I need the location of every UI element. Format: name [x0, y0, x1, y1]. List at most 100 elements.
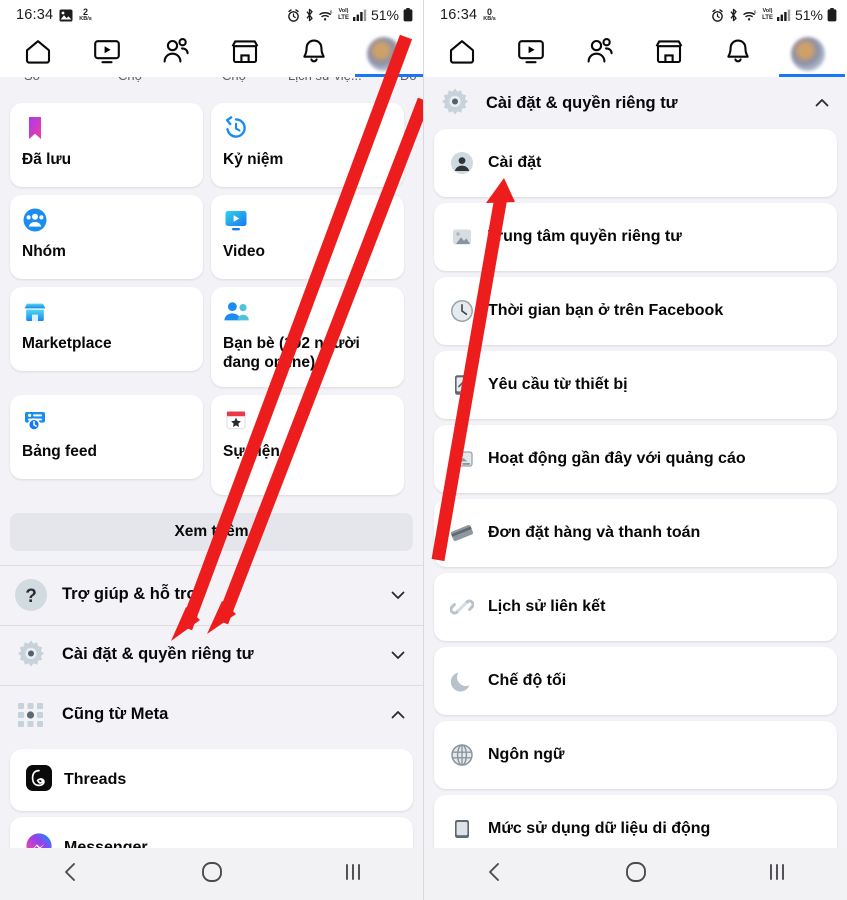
- gear-icon: [438, 86, 472, 120]
- settings-item-yeu-cau-tu-thiet-bi[interactable]: Yêu cầu từ thiết bị: [434, 351, 837, 419]
- home-button[interactable]: [182, 848, 242, 900]
- nav-marketplace[interactable]: [639, 30, 699, 77]
- shortcut-label: Marketplace: [22, 335, 112, 352]
- circle-icon: [625, 861, 647, 888]
- back-button[interactable]: [41, 848, 101, 900]
- settings-item-label: Ngôn ngữ: [488, 746, 565, 763]
- nav-home[interactable]: [8, 30, 68, 77]
- nav-friends[interactable]: [570, 30, 630, 77]
- battery-icon: [403, 8, 413, 22]
- settings-item-hoat-dong-quang-cao[interactable]: Hoạt động gần đây với quảng cáo: [434, 425, 837, 493]
- shortcut-da-luu[interactable]: Đã lưu: [10, 103, 203, 187]
- circle-icon: [201, 861, 223, 888]
- network-speed-unit: KB/s: [79, 15, 92, 22]
- shortcut-ban-be[interactable]: Bạn bè (102 người đang online): [211, 287, 404, 387]
- nav-video[interactable]: [501, 30, 561, 77]
- settings-item-label: Lịch sử liên kết: [488, 598, 606, 615]
- network-speed-indicator: 0 KB/s: [483, 7, 496, 23]
- status-bar-left: 16:34 2 KB/s 6 VoI) LTE 51%: [0, 0, 423, 30]
- home-icon: [23, 36, 53, 71]
- ad-activity-icon: [450, 447, 474, 471]
- back-button[interactable]: [465, 848, 525, 900]
- top-nav-left: [0, 30, 423, 77]
- nav-video[interactable]: [77, 30, 137, 77]
- nav-profile-menu[interactable]: [777, 30, 845, 77]
- settings-item-cai-dat[interactable]: Cài đặt: [434, 129, 837, 197]
- settings-item-label: Đơn đặt hàng và thanh toán: [488, 524, 701, 541]
- see-more-button[interactable]: Xem thêm: [10, 513, 413, 551]
- chevron-down-icon: [389, 586, 407, 604]
- battery-percent-label: 51%: [370, 7, 399, 23]
- settings-item-thoi-gian-tren-facebook[interactable]: Thời gian bạn ở trên Facebook: [434, 277, 837, 345]
- status-bar-right: 16:34 0 KB/s 6 VoI) LTE 51%: [424, 0, 847, 30]
- settings-item-label: Mức sử dụng dữ liệu di động: [488, 820, 711, 837]
- clipped-fragment-0: Sổ: [24, 77, 40, 83]
- clock-rewind-icon: [223, 115, 251, 143]
- shortcut-nhom[interactable]: Nhóm: [10, 195, 203, 279]
- shortcut-label: Nhóm: [22, 243, 66, 260]
- meta-app-threads[interactable]: Threads: [10, 749, 413, 811]
- settings-item-ngon-ngu[interactable]: Ngôn ngữ: [434, 721, 837, 789]
- settings-item-che-do-toi[interactable]: Chế độ tối: [434, 647, 837, 715]
- status-time: 16:34: [16, 7, 54, 23]
- globe-icon: [450, 743, 474, 767]
- accordion-tro-giup-ho-tro[interactable]: ? Trợ giúp & hỗ trợ: [0, 566, 423, 623]
- volte-bottom-label: LTE: [338, 14, 349, 21]
- shortcut-video[interactable]: Video: [211, 195, 404, 279]
- home-button[interactable]: [606, 848, 666, 900]
- privacy-lock-icon: [450, 225, 474, 249]
- chevron-left-icon: [60, 861, 82, 888]
- nav-marketplace[interactable]: [215, 30, 275, 77]
- image-icon: [59, 9, 73, 22]
- shortcut-label: Bạn bè (102 người đang online): [223, 335, 360, 371]
- settings-item-lich-su-lien-ket[interactable]: Lịch sử liên kết: [434, 573, 837, 641]
- shortcut-label: Video: [223, 243, 265, 260]
- settings-item-trung-tam-quyen-rieng-tu[interactable]: Trung tâm quyền riêng tư: [434, 203, 837, 271]
- marketplace-icon: [230, 36, 260, 71]
- video-icon: [92, 36, 122, 71]
- recents-button[interactable]: [323, 848, 383, 900]
- shortcut-marketplace[interactable]: Marketplace: [10, 287, 203, 371]
- wifi-icon: 6: [743, 9, 758, 22]
- marketplace-icon: [654, 36, 684, 71]
- feed-icon: [22, 407, 50, 435]
- status-bar-left-group: 16:34 0 KB/s: [440, 7, 496, 23]
- bluetooth-icon: [304, 8, 315, 22]
- section-header-cai-dat-quyen-rieng-tu[interactable]: Cài đặt & quyền riêng tư: [424, 77, 847, 129]
- clipped-fragment-3: Lịch sử việ...: [288, 77, 362, 83]
- volte-icon: VoI) LTE: [338, 9, 349, 21]
- store-icon: [22, 299, 50, 327]
- calendar-star-icon: [223, 407, 251, 435]
- android-nav-bar-left: [0, 848, 423, 900]
- card-stack-icon: [450, 521, 474, 545]
- alarm-icon: [711, 8, 724, 22]
- shortcut-ky-niem[interactable]: Kỷ niệm: [211, 103, 404, 187]
- nav-home[interactable]: [432, 30, 492, 77]
- shortcut-label: Bảng feed: [22, 443, 97, 460]
- question-circle-icon: ?: [14, 578, 48, 612]
- shortcut-label: Kỷ niệm: [223, 151, 284, 168]
- recents-button[interactable]: [747, 848, 807, 900]
- signal-icon: [776, 9, 791, 21]
- accordion-cung-tu-meta[interactable]: Cũng từ Meta: [0, 686, 423, 743]
- chevron-left-icon: [484, 861, 506, 888]
- shortcut-bang-feed[interactable]: Bảng feed: [10, 395, 203, 479]
- nav-profile-menu[interactable]: [353, 30, 423, 77]
- settings-item-don-dat-hang-thanh-toan[interactable]: Đơn đặt hàng và thanh toán: [434, 499, 837, 567]
- accordion-label: Trợ giúp & hỗ trợ: [62, 585, 199, 603]
- battery-percent-label: 51%: [794, 7, 823, 23]
- accordion-cai-dat-quyen-rieng-tu[interactable]: Cài đặt & quyền riêng tư: [0, 626, 423, 683]
- nav-friends[interactable]: [146, 30, 206, 77]
- clipped-fragment-4: Đó: [400, 77, 417, 83]
- nav-notifications[interactable]: [284, 30, 344, 77]
- shortcut-su-kien[interactable]: Sự kiện: [211, 395, 404, 495]
- chevron-up-icon: [389, 706, 407, 724]
- threads-icon: [26, 764, 52, 796]
- left-screen: 16:34 2 KB/s 6 VoI) LTE 51% Đã lưu Kỷ ni…: [0, 0, 424, 900]
- gear-icon: [14, 638, 48, 672]
- right-screen: 16:34 0 KB/s 6 VoI) LTE 51% Cài đặt & qu…: [424, 0, 847, 900]
- wifi-icon: 6: [319, 9, 334, 22]
- status-bar-right-group: 6 VoI) LTE 51%: [287, 7, 413, 23]
- section-header-label: Cài đặt & quyền riêng tư: [486, 93, 678, 112]
- nav-notifications[interactable]: [708, 30, 768, 77]
